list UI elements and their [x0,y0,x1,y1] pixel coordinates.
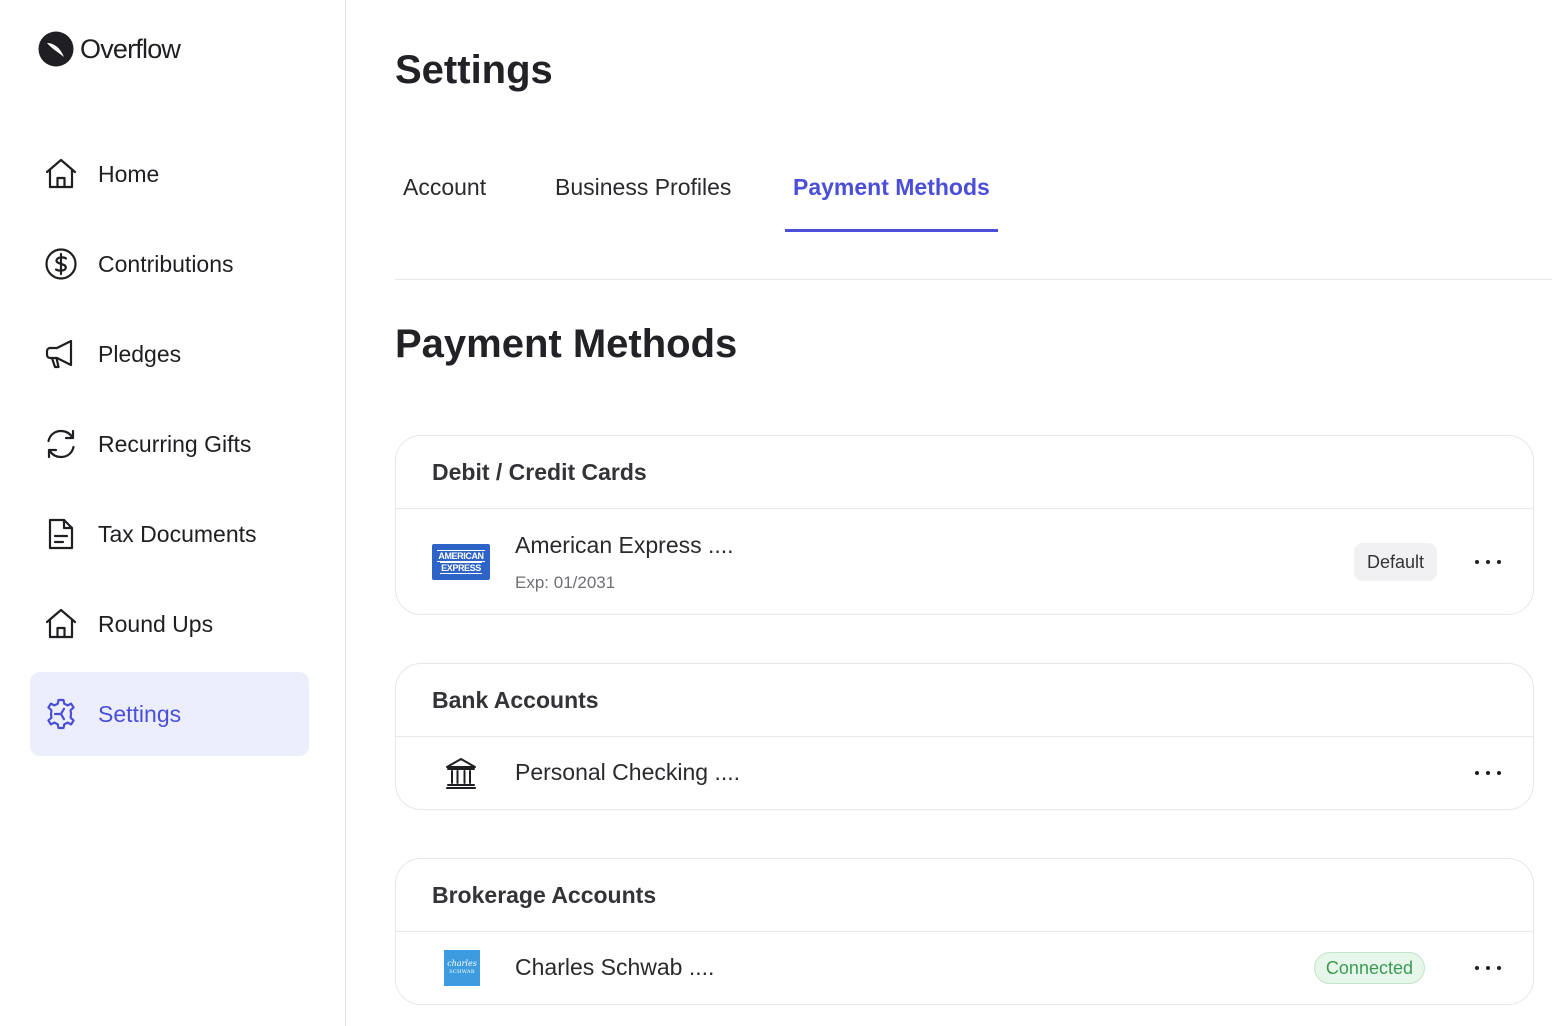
amex-logo-line-1: AMERICAN [437,550,485,562]
card-title: Debit / Credit Cards [396,436,1533,509]
sidebar-item-settings[interactable]: Settings [30,672,309,756]
refresh-icon [44,427,78,461]
sidebar-nav: Home Contributions Pledges Recurring Gif… [30,132,309,762]
sidebar-item-label: Recurring Gifts [98,430,252,457]
schwab-logo-line-2: SCHWAB [449,969,475,975]
default-badge: Default [1353,543,1437,581]
payment-method-row[interactable]: Personal Checking .... [396,737,1533,809]
card-debit-credit: Debit / Credit Cards AMERICAN EXPRESS Am… [395,435,1534,615]
overflow-logo[interactable]: Overflow [38,31,181,67]
card-title: Bank Accounts [396,664,1533,737]
tab-payment-methods[interactable]: Payment Methods [785,168,998,232]
payment-method-name: Charles Schwab .... [515,954,715,980]
sidebar-item-label: Contributions [98,250,234,277]
card-bank-accounts: Bank Accounts Personal Checking .... [395,663,1534,810]
settings-tabs: Account Business Profiles Payment Method… [395,168,1552,280]
sidebar-item-label: Pledges [98,340,182,367]
sidebar-item-home[interactable]: Home [30,132,309,216]
dot [1497,560,1501,564]
sidebar-item-label: Tax Documents [98,520,257,547]
gear-icon [44,697,78,731]
app-name: Overflow [80,33,181,64]
charles-schwab-logo: charles SCHWAB [444,950,480,986]
payment-method-row[interactable]: AMERICAN EXPRESS American Express .... E… [396,509,1533,614]
dot [1497,771,1501,775]
dot [1475,966,1479,970]
dot [1475,771,1479,775]
payment-method-row[interactable]: charles SCHWAB Charles Schwab .... Conne… [396,932,1533,1004]
schwab-logo-line-1: charles [447,959,477,968]
dot [1486,771,1490,775]
dot [1497,966,1501,970]
payment-method-name: American Express .... [515,532,734,558]
more-options-button[interactable] [1471,547,1505,577]
sidebar-item-round-ups[interactable]: Round Ups [30,582,309,666]
tab-business-profiles[interactable]: Business Profiles [547,168,739,232]
document-icon [44,517,78,551]
card-title: Brokerage Accounts [396,859,1533,932]
payment-method-name: Personal Checking .... [515,759,741,785]
page-title: Settings [395,48,553,92]
overflow-logo-icon [38,31,74,67]
section-title: Payment Methods [395,322,738,366]
amex-logo-line-2: EXPRESS [440,562,482,574]
sidebar-item-label: Round Ups [98,610,214,637]
sidebar-item-recurring-gifts[interactable]: Recurring Gifts [30,402,309,486]
dollar-circle-icon [44,247,78,281]
sidebar-item-label: Settings [98,700,182,727]
dot [1486,966,1490,970]
main-content: Settings Account Business Profiles Payme… [346,0,1552,1026]
tab-account[interactable]: Account [395,168,494,232]
dot [1486,560,1490,564]
home-icon [44,157,78,191]
card-expiry: Exp: 01/2031 [515,573,616,592]
connected-badge: Connected [1313,952,1425,984]
dot [1475,560,1479,564]
more-options-button[interactable] [1471,953,1505,983]
home-icon [44,607,78,641]
sidebar-item-label: Home [98,160,160,187]
app-window: Overflow Home Contributions Pledges Recu… [0,0,1552,1026]
more-options-button[interactable] [1471,758,1505,788]
sidebar: Overflow Home Contributions Pledges Recu… [0,0,346,1026]
card-brokerage-accounts: Brokerage Accounts charles SCHWAB Charle… [395,858,1534,1005]
sidebar-item-contributions[interactable]: Contributions [30,222,309,306]
sidebar-item-pledges[interactable]: Pledges [30,312,309,396]
american-express-logo: AMERICAN EXPRESS [432,544,490,580]
sidebar-item-tax-documents[interactable]: Tax Documents [30,492,309,576]
bank-icon [444,756,478,790]
megaphone-icon [44,337,78,371]
